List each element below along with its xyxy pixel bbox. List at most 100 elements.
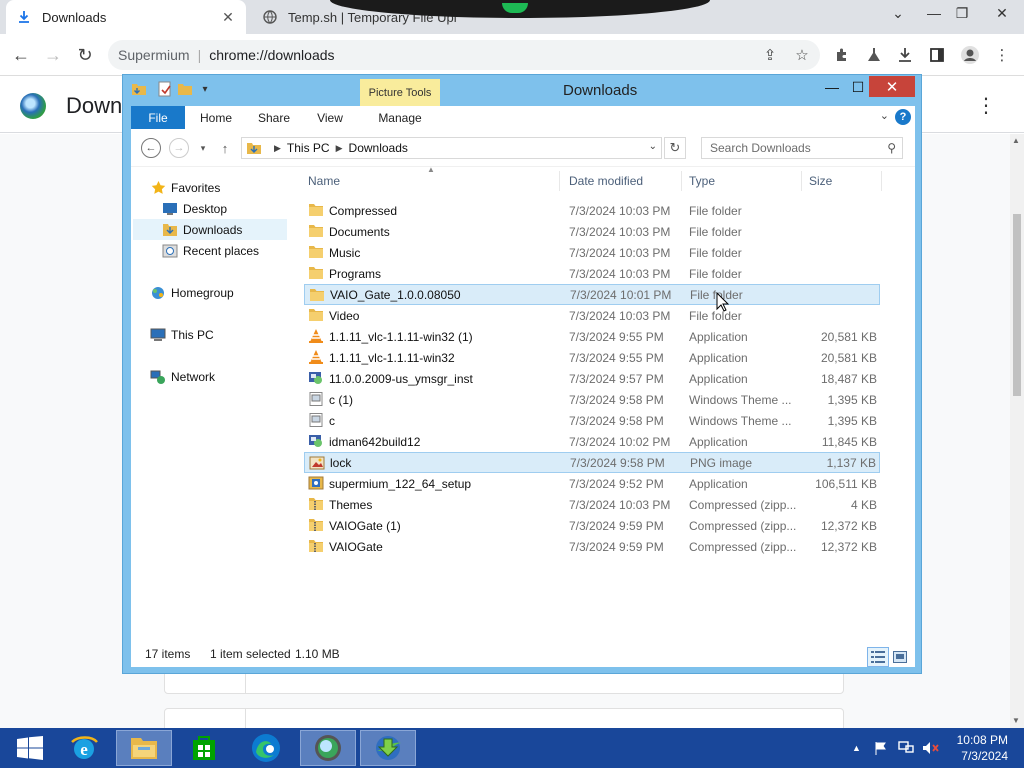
maximize-icon[interactable]: ☐ [844, 76, 872, 98]
scroll-down-icon[interactable]: ▼ [1012, 716, 1020, 725]
file-date-modified: 7/3/2024 10:03 PM [569, 266, 671, 281]
back-arrow-icon[interactable]: ← [141, 138, 161, 158]
close-window-icon[interactable]: ✕ [984, 0, 1020, 26]
file-date-modified: 7/3/2024 9:52 PM [569, 476, 664, 491]
tab-manage[interactable]: Manage [360, 106, 440, 129]
file-row[interactable]: Documents 7/3/2024 10:03 PM File folder [304, 221, 880, 242]
taskbar-clock[interactable]: 10:08 PM 7/3/2024 [957, 732, 1008, 764]
page-menu-icon[interactable]: ⋮ [976, 93, 996, 118]
homegroup-icon [149, 285, 167, 301]
file-row[interactable]: VAIOGate (1) 7/3/2024 9:59 PM Compressed (… [304, 515, 880, 536]
nav-item-this-pc[interactable]: This PC [149, 324, 214, 345]
column-header-row: ▲ Name Date modified Type Size [301, 165, 907, 195]
large-icons-view-icon[interactable] [889, 647, 911, 667]
column-name[interactable]: Name [308, 167, 558, 195]
tab-file[interactable]: File [131, 106, 185, 129]
explorer-titlebar[interactable]: ▾ Picture Tools Downloads — ☐ ✕ [123, 75, 921, 107]
file-row[interactable]: Compressed 7/3/2024 10:03 PM File folder [304, 200, 880, 221]
search-input[interactable]: Search Downloads ⚲ [701, 137, 903, 159]
file-row[interactable]: Programs 7/3/2024 10:03 PM File folder [304, 263, 880, 284]
properties-icon[interactable] [157, 81, 173, 97]
tab-view[interactable]: View [307, 106, 353, 129]
file-row[interactable]: Themes 7/3/2024 10:03 PM Compressed (zipp.… [304, 494, 880, 515]
file-row[interactable]: supermium_122_64_setup 7/3/2024 9:52 PM Ap… [304, 473, 880, 494]
file-row[interactable]: c (1) 7/3/2024 9:58 PM Windows Theme ... 1,… [304, 389, 880, 410]
nav-item-recent-places[interactable]: Recent places [161, 240, 259, 261]
action-center-flag-icon[interactable] [874, 728, 888, 768]
file-explorer-taskbar-icon[interactable] [116, 730, 172, 766]
kebab-menu-icon[interactable]: ⋮ [990, 43, 1014, 67]
file-row[interactable]: 11.0.0.2009-us_ymsgr_inst 7/3/2024 9:57 P… [304, 368, 880, 389]
refresh-icon[interactable]: ↻ [664, 137, 686, 159]
tab-share[interactable]: Share [249, 106, 299, 129]
extensions-puzzle-icon[interactable] [830, 43, 854, 67]
file-row[interactable]: idman642build12 7/3/2024 10:02 PM Applicat… [304, 431, 880, 452]
file-row[interactable]: 1.1.11_vlc-1.1.11-win32 (1) 7/3/2024 9:55… [304, 326, 880, 347]
nav-item-favorites[interactable]: Favorites [149, 177, 220, 198]
back-arrow-icon[interactable]: ← [8, 42, 34, 68]
column-type[interactable]: Type [689, 167, 799, 195]
breadcrumb-downloads[interactable]: Downloads [349, 141, 408, 155]
restore-icon[interactable]: ❐ [944, 0, 980, 26]
start-button[interactable] [2, 730, 58, 766]
details-view-icon[interactable] [867, 647, 889, 667]
minimize-icon[interactable]: — [818, 76, 846, 98]
bookmark-star-icon[interactable]: ☆ [790, 43, 814, 67]
reload-icon[interactable]: ↻ [72, 42, 98, 68]
file-row[interactable]: VAIOGate 7/3/2024 9:59 PM Compressed (zipp… [304, 536, 880, 557]
volume-muted-icon[interactable] [922, 728, 940, 768]
close-tab-icon[interactable]: ✕ [220, 9, 236, 26]
file-size: 1,137 KB [826, 455, 876, 470]
file-row[interactable]: VAIO_Gate_1.0.0.08050 7/3/2024 10:01 PM Fi… [304, 284, 880, 305]
help-icon[interactable]: ? [895, 109, 911, 125]
tab-search-chevron-icon[interactable]: ⌄ [880, 0, 916, 26]
profile-avatar-icon[interactable] [958, 43, 982, 67]
tab-downloads[interactable]: Downloads ✕ [6, 0, 246, 34]
column-date-modified[interactable]: Date modified [569, 167, 679, 195]
breadcrumb-this-pc[interactable]: This PC [287, 141, 330, 155]
file-date-modified: 7/3/2024 10:03 PM [569, 497, 671, 512]
download-manager-icon[interactable] [360, 730, 416, 766]
show-hidden-icons-icon[interactable]: ▲ [852, 728, 861, 768]
network-tray-icon[interactable] [898, 728, 914, 768]
address-dropdown-icon[interactable]: ⌄ [649, 141, 657, 152]
internet-explorer-icon[interactable]: e [56, 730, 112, 766]
supermium-taskbar-icon[interactable] [300, 730, 356, 766]
zip-folder-icon [308, 497, 324, 511]
file-row[interactable]: c 7/3/2024 9:58 PM Windows Theme ... 1,395 … [304, 410, 880, 431]
taskbar: e ▲ 10:08 PM 7/3/2024 [0, 728, 1024, 768]
file-row[interactable]: Video 7/3/2024 10:03 PM File folder [304, 305, 880, 326]
forward-arrow-icon[interactable]: → [40, 42, 66, 68]
forward-arrow-icon[interactable]: → [169, 138, 189, 158]
expand-ribbon-chevron-icon[interactable]: ⌄ [880, 109, 889, 122]
qat-dropdown-icon[interactable]: ▾ [197, 81, 213, 97]
file-type: File folder [689, 266, 742, 281]
folder-icon [308, 245, 324, 259]
omnibox[interactable]: Supermium | chrome://downloads [108, 40, 820, 70]
side-panel-icon[interactable] [925, 43, 949, 67]
vlc-icon [308, 350, 324, 364]
up-arrow-icon[interactable]: ↑ [215, 138, 235, 158]
file-row[interactable]: Music 7/3/2024 10:03 PM File folder [304, 242, 880, 263]
file-size: 11,845 KB [821, 434, 877, 449]
scroll-up-icon[interactable]: ▲ [1012, 136, 1020, 145]
file-row[interactable]: 1.1.11_vlc-1.1.11-win32 7/3/2024 9:55 PM A… [304, 347, 880, 368]
store-icon[interactable] [176, 730, 232, 766]
flask-icon[interactable] [862, 43, 886, 67]
address-box[interactable]: ▶ This PC ▶ Downloads ⌄ [241, 137, 662, 159]
scrollbar-thumb[interactable] [1013, 214, 1021, 396]
nav-item-network[interactable]: Network [149, 366, 215, 387]
share-icon[interactable]: ⇪ [758, 43, 782, 67]
column-size[interactable]: Size [809, 167, 879, 195]
page-scrollbar[interactable]: ▲ ▼ [1010, 134, 1024, 728]
nav-item-desktop[interactable]: Desktop [161, 198, 227, 219]
close-window-button[interactable]: ✕ [869, 76, 915, 97]
tab-home[interactable]: Home [191, 106, 241, 129]
nav-item-downloads[interactable]: Downloads [133, 219, 287, 240]
nav-item-homegroup[interactable]: Homegroup [149, 282, 234, 303]
file-row[interactable]: lock 7/3/2024 9:58 PM PNG image 1,137 KB [304, 452, 880, 473]
recent-locations-chevron-icon[interactable]: ▾ [193, 138, 213, 158]
new-folder-icon[interactable] [177, 81, 193, 97]
downloads-toolbar-icon[interactable] [893, 43, 917, 67]
edge-browser-icon[interactable] [238, 730, 294, 766]
